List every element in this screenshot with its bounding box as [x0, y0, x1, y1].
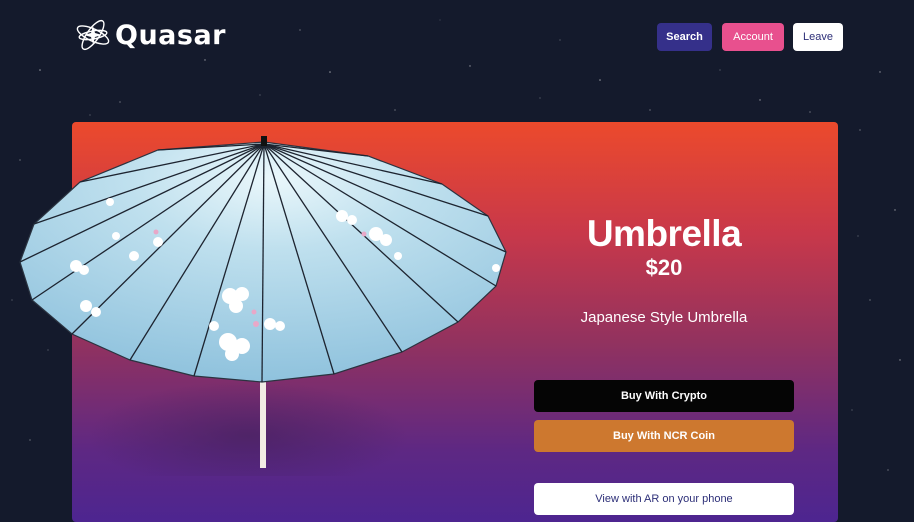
- atom-icon: [76, 19, 110, 51]
- view-ar-button[interactable]: View with AR on your phone: [534, 483, 794, 515]
- product-description: Japanese Style Umbrella: [580, 309, 748, 326]
- buy-with-crypto-button[interactable]: Buy With Crypto: [534, 380, 794, 412]
- leave-button[interactable]: Leave: [793, 23, 843, 51]
- product-price: $20: [645, 255, 683, 280]
- search-button[interactable]: Search: [657, 23, 712, 51]
- brand-logo[interactable]: Quasar: [73, 12, 226, 58]
- brand-name: Quasar: [115, 19, 226, 51]
- umbrella-icon[interactable]: [18, 136, 510, 476]
- buy-with-ncr-coin-button[interactable]: Buy With NCR Coin: [534, 420, 794, 452]
- product-title: Umbrella: [586, 212, 742, 254]
- account-button[interactable]: Account: [722, 23, 784, 51]
- top-navbar: Quasar Search Account Leave: [0, 0, 914, 90]
